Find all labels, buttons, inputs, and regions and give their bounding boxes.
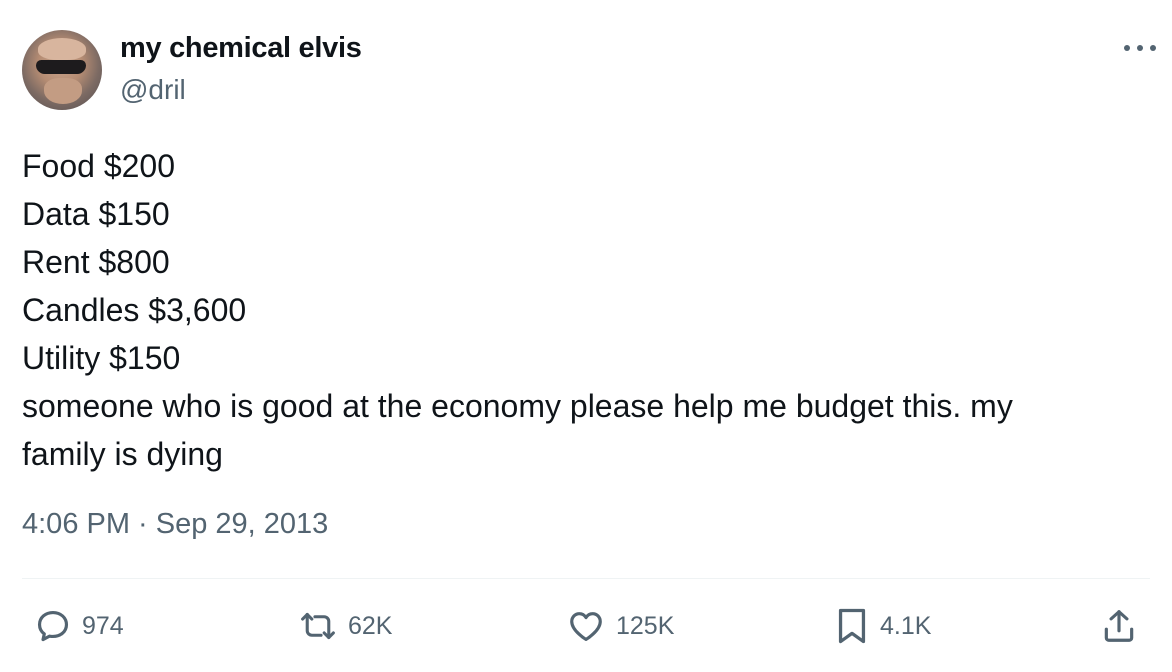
reply-count: 974: [82, 611, 124, 640]
tweet-line-utility: Utility $150: [22, 340, 181, 376]
more-options-button[interactable]: [1122, 36, 1158, 60]
repost-arrows-icon: [301, 612, 335, 640]
bookmark-count: 4.1K: [880, 611, 932, 640]
more-dots-icon: [1124, 45, 1156, 51]
tweet-line-rent: Rent $800: [22, 244, 170, 280]
like-button[interactable]: 125K: [566, 604, 674, 648]
tweet-timestamp[interactable]: 4:06 PM · Sep 29, 2013: [22, 508, 328, 541]
tweet-line-family: family is dying: [22, 436, 223, 472]
tweet-line-candles: Candles $3,600: [22, 292, 247, 328]
author-display-name[interactable]: my chemical elvis: [120, 32, 362, 65]
share-button[interactable]: [1100, 604, 1138, 648]
author-handle[interactable]: @dril: [120, 74, 186, 106]
tweet-text: Food $200 Data $150 Rent $800 Candles $3…: [22, 142, 1142, 478]
tweet-line-data: Data $150: [22, 196, 170, 232]
avatar-face: [38, 38, 86, 60]
tweet-line-food: Food $200: [22, 148, 176, 184]
divider: [22, 578, 1150, 579]
avatar-sunglasses: [36, 60, 86, 74]
bookmark-button[interactable]: 4.1K: [834, 604, 931, 648]
repost-count: 62K: [348, 611, 393, 640]
reply-button[interactable]: 974: [34, 604, 124, 648]
heart-icon: [570, 612, 602, 642]
tweet-line-plea: someone who is good at the economy pleas…: [22, 388, 1013, 424]
repost-button[interactable]: 62K: [298, 604, 392, 648]
bookmark-icon: [838, 608, 866, 644]
share-upload-icon: [1104, 610, 1134, 642]
reply-bubble-icon: [37, 610, 69, 642]
like-count: 125K: [616, 611, 675, 640]
avatar-jaw: [44, 78, 82, 104]
avatar[interactable]: [22, 30, 102, 110]
